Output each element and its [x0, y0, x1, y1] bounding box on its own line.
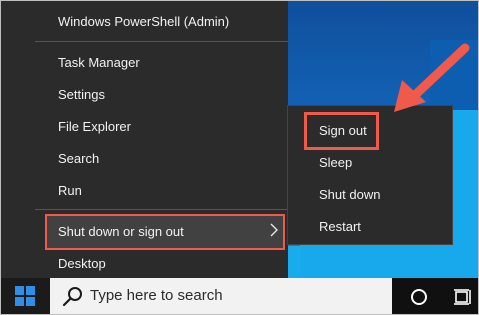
submenu-item-sleep[interactable]: Sleep — [319, 155, 352, 171]
submenu-item-shut-down[interactable]: Shut down — [319, 187, 380, 203]
menu-item-powershell-admin[interactable]: Windows PowerShell (Admin) — [58, 14, 229, 30]
cortana-icon[interactable] — [409, 287, 429, 307]
task-view-icon[interactable] — [453, 287, 473, 307]
start-button[interactable] — [0, 278, 50, 315]
annotation-arrow-icon — [394, 43, 470, 112]
search-icon — [62, 287, 82, 307]
menu-item-task-manager[interactable]: Task Manager — [58, 55, 140, 71]
power-user-menu: Windows PowerShell (Admin) Task Manager … — [0, 0, 288, 278]
menu-separator — [35, 41, 288, 42]
chevron-right-icon — [270, 223, 278, 237]
windows-start-icon — [15, 286, 35, 306]
taskbar-search-box[interactable]: Type here to search — [50, 278, 392, 315]
shut-down-submenu: Sign out Sleep Shut down Restart — [287, 105, 453, 245]
menu-item-run[interactable]: Run — [58, 183, 82, 199]
submenu-item-sign-out[interactable]: Sign out — [319, 123, 367, 139]
menu-item-settings[interactable]: Settings — [58, 87, 105, 103]
menu-item-search[interactable]: Search — [58, 151, 99, 167]
menu-separator — [35, 209, 288, 210]
menu-item-desktop[interactable]: Desktop — [58, 256, 106, 272]
submenu-item-restart[interactable]: Restart — [319, 219, 361, 235]
taskbar: Type here to search — [0, 278, 479, 315]
search-placeholder: Type here to search — [90, 287, 223, 304]
menu-item-shut-down-or-sign-out[interactable]: Shut down or sign out — [58, 224, 184, 240]
menu-item-file-explorer[interactable]: File Explorer — [58, 119, 131, 135]
